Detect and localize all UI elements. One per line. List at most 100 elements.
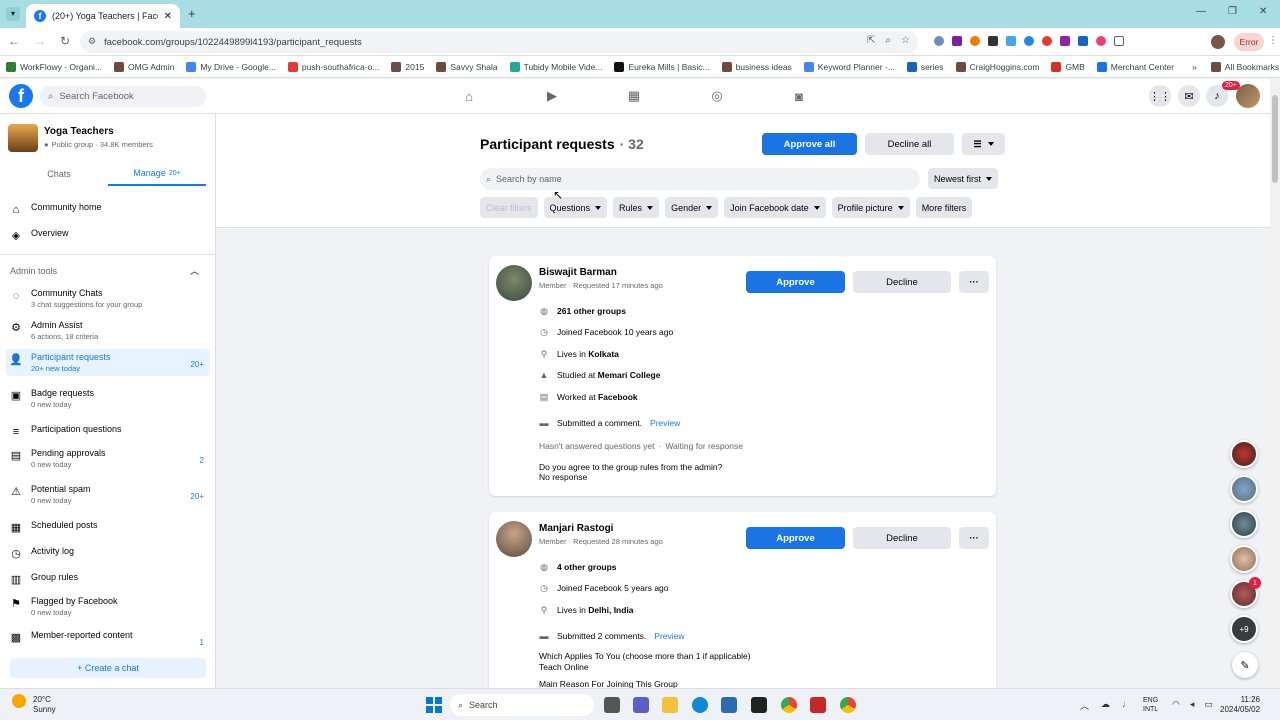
create-chat-button[interactable]: + Create a chat bbox=[10, 658, 206, 678]
reload-icon[interactable]: ↻ bbox=[60, 34, 70, 48]
sidebar-item-community-home[interactable]: ⌂ Community home bbox=[6, 202, 210, 217]
more-filters-button[interactable]: More filters bbox=[915, 197, 973, 218]
sidebar-item-admin-assist[interactable]: ⚙ Admin Assist 6 actions, 18 criteria bbox=[6, 320, 210, 341]
extension-icon[interactable] bbox=[952, 36, 962, 46]
video-icon[interactable]: ▶ bbox=[543, 87, 561, 105]
clear-filters-button[interactable]: Clear filters bbox=[480, 197, 538, 218]
tab-list-icon[interactable]: ▾ bbox=[6, 7, 20, 21]
site-info-icon[interactable]: ⚙ bbox=[88, 36, 96, 47]
extension-icon[interactable] bbox=[1096, 36, 1106, 46]
sidebar-item-community-chats[interactable]: ◌ Community Chats 3 chat suggestions for y… bbox=[6, 288, 210, 309]
group-cover-thumbnail[interactable] bbox=[8, 124, 38, 152]
more-chats-button[interactable]: +9 bbox=[1230, 615, 1258, 643]
requester-name[interactable]: Biswajit Barman bbox=[539, 267, 663, 278]
marketplace-icon[interactable]: ▦ bbox=[625, 87, 643, 105]
more-options-button[interactable]: ··· bbox=[959, 271, 989, 293]
edge-icon[interactable] bbox=[692, 697, 708, 713]
language-code[interactable]: ENG bbox=[1143, 696, 1158, 705]
extension-icon[interactable] bbox=[1024, 36, 1034, 46]
extension-icon[interactable] bbox=[988, 36, 998, 46]
browser-menu-icon[interactable]: ⋮ bbox=[1268, 35, 1278, 46]
menu-grid-icon[interactable]: ⋮⋮ bbox=[1149, 85, 1171, 107]
bookmark-item[interactable]: GMB bbox=[1051, 61, 1085, 72]
rules-filter[interactable]: Rules bbox=[613, 197, 660, 218]
bookmark-item[interactable]: Tubidy Mobile Vide... bbox=[509, 61, 602, 72]
bookmark-item[interactable]: OMG Admin bbox=[114, 61, 174, 72]
sidebar-item-member-reported-content[interactable]: ▩ Member-reported content 1 bbox=[6, 630, 210, 647]
bookmark-item[interactable]: 2015 bbox=[391, 61, 424, 72]
install-app-icon[interactable]: ⇱ bbox=[867, 35, 875, 46]
bookmark-item[interactable]: Eureka Mills | Basic... bbox=[614, 61, 710, 72]
sidebar-item-potential-spam[interactable]: ⚠ Potential spam 0 new today 20+ bbox=[6, 484, 210, 505]
chrome-icon[interactable] bbox=[840, 697, 856, 713]
bookmark-item[interactable]: business ideas bbox=[721, 61, 792, 72]
bookmark-item[interactable]: Savvy Shala bbox=[436, 61, 498, 72]
group-name[interactable]: Yoga Teachers bbox=[44, 126, 114, 137]
extension-icon[interactable] bbox=[934, 36, 944, 46]
gender-filter[interactable]: Gender bbox=[665, 197, 719, 218]
forward-icon[interactable]: → bbox=[34, 34, 46, 48]
profile-picture-filter[interactable]: Profile picture bbox=[831, 197, 910, 218]
approve-all-button[interactable]: Approve all bbox=[762, 133, 857, 155]
store-icon[interactable] bbox=[721, 697, 737, 713]
approve-button[interactable]: Approve bbox=[746, 527, 845, 549]
avatar[interactable] bbox=[496, 265, 532, 301]
sidebar-item-group-rules[interactable]: ▥ Group rules bbox=[6, 572, 210, 587]
taskbar-search-input[interactable]: ⌕ Search bbox=[450, 694, 594, 716]
other-groups[interactable]: 261 other groups bbox=[557, 306, 626, 316]
sidebar-item-participant-requests[interactable]: 👤 Participant requests 20+ new today 20+ bbox=[6, 349, 210, 376]
app-icon[interactable] bbox=[751, 697, 767, 713]
bookmark-item[interactable]: WorkFlowy - Organi... bbox=[6, 61, 102, 72]
groups-icon[interactable]: ◎ bbox=[708, 87, 726, 105]
extension-icon[interactable] bbox=[1006, 36, 1016, 46]
maximize-icon[interactable]: ❐ bbox=[1228, 6, 1237, 17]
extensions-puzzle-icon[interactable] bbox=[1114, 36, 1124, 46]
home-icon[interactable]: ⌂ bbox=[460, 87, 478, 105]
chat-head-avatar[interactable] bbox=[1230, 510, 1258, 538]
address-bar[interactable]: ⚙ facebook.com/groups/1022449899l4193/pa… bbox=[80, 31, 918, 53]
all-bookmarks-button[interactable]: All Bookmarks bbox=[1210, 61, 1279, 72]
teams-icon[interactable] bbox=[633, 697, 649, 713]
chevron-up-icon[interactable]: ︿ bbox=[190, 264, 199, 277]
search-by-name-input[interactable]: ⌕ Search by name bbox=[480, 168, 920, 190]
account-avatar[interactable] bbox=[1236, 84, 1260, 108]
wifi-icon[interactable]: ◠ bbox=[1172, 699, 1180, 710]
new-tab-icon[interactable]: + bbox=[188, 6, 196, 21]
new-message-icon[interactable]: ✎ bbox=[1232, 652, 1258, 678]
bookmark-item[interactable]: series bbox=[906, 61, 944, 72]
bookmark-star-icon[interactable]: ☆ bbox=[901, 35, 910, 46]
more-bookmarks-icon[interactable]: » bbox=[1192, 62, 1197, 72]
other-groups[interactable]: 4 other groups bbox=[557, 562, 617, 572]
tab-chats[interactable]: Chats bbox=[10, 162, 108, 186]
bookmark-item[interactable]: push-southafrica-o... bbox=[287, 61, 379, 72]
scrollbar-thumb[interactable] bbox=[1272, 95, 1278, 183]
zoom-icon[interactable]: ⌕ bbox=[885, 35, 891, 46]
gaming-icon[interactable]: ◙ bbox=[790, 87, 808, 105]
chrome-icon[interactable] bbox=[781, 697, 797, 713]
close-tab-icon[interactable]: ✕ bbox=[164, 11, 172, 22]
back-icon[interactable]: ← bbox=[8, 34, 20, 48]
microphone-icon[interactable]: ♩ bbox=[1122, 699, 1131, 712]
facebook-logo-icon[interactable]: f bbox=[9, 84, 33, 108]
extension-icon[interactable] bbox=[970, 36, 980, 46]
join-date-filter[interactable]: Join Facebook date bbox=[724, 197, 826, 218]
avatar[interactable] bbox=[496, 521, 532, 557]
profile-avatar-icon[interactable] bbox=[1211, 35, 1225, 49]
minimize-icon[interactable]: — bbox=[1196, 6, 1206, 17]
sidebar-item-flagged-by-facebook[interactable]: ⚑ Flagged by Facebook 0 new today bbox=[6, 596, 210, 617]
chat-head-avatar[interactable] bbox=[1230, 440, 1258, 468]
messenger-icon[interactable]: ✉ bbox=[1178, 85, 1200, 107]
file-explorer-icon[interactable] bbox=[662, 697, 678, 713]
bookmark-item[interactable]: Keyword Planner -... bbox=[803, 61, 895, 72]
extension-icon[interactable] bbox=[1042, 36, 1052, 46]
requester-name[interactable]: Manjari Rastogi bbox=[539, 523, 663, 534]
decline-button[interactable]: Decline bbox=[853, 527, 951, 549]
extension-icon[interactable] bbox=[1060, 36, 1070, 46]
sidebar-item-participation-questions[interactable]: ≡ Participation questions bbox=[6, 424, 210, 439]
volume-icon[interactable]: ◂ bbox=[1190, 699, 1195, 710]
decline-button[interactable]: Decline bbox=[853, 271, 951, 293]
sidebar-item-activity-log[interactable]: ◷ Activity log bbox=[6, 546, 210, 561]
page-scrollbar[interactable] bbox=[1270, 79, 1280, 688]
preview-link[interactable]: Preview bbox=[650, 418, 680, 428]
weather-icon[interactable] bbox=[12, 694, 26, 708]
